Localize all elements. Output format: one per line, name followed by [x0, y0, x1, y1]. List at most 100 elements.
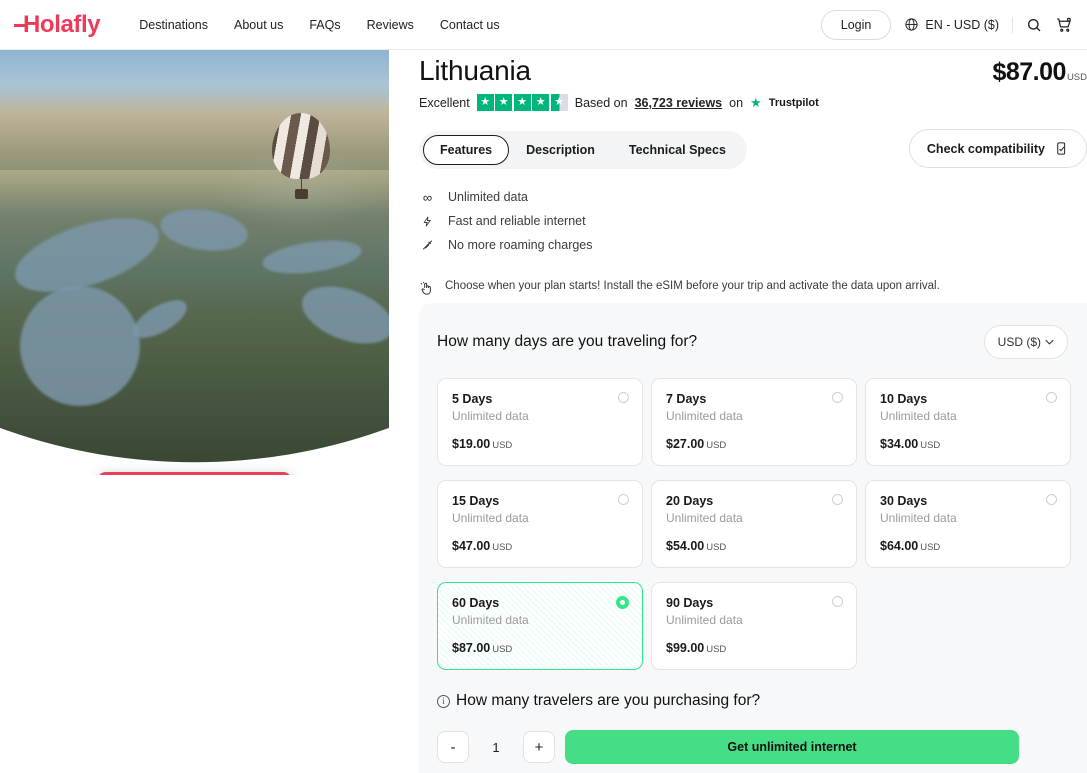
- get-unlimited-internet-button[interactable]: Get unlimited internet: [565, 730, 1019, 764]
- plan-radio[interactable]: [832, 494, 843, 505]
- plan-price-amount: $54.00: [666, 539, 705, 553]
- plan-option-30-days[interactable]: 30 Days Unlimited data $64.00 USD: [865, 480, 1071, 568]
- currency-selector[interactable]: USD ($): [983, 325, 1068, 359]
- tab-features[interactable]: Features: [423, 135, 510, 165]
- plan-subtitle: Unlimited data: [880, 511, 957, 525]
- trustpilot-rating: Excellent ★ ★ ★ ★ ★ Based on 36,723 revi…: [419, 94, 1087, 111]
- plan-price-currency: USD: [492, 440, 513, 451]
- nav-item-reviews[interactable]: Reviews: [367, 18, 414, 32]
- plan-price: $64.00 USD: [880, 539, 1056, 553]
- plan-days: 20 Days: [666, 494, 714, 508]
- site-header: Holafly Destinations About us FAQs Revie…: [0, 0, 1087, 50]
- on-label: on: [729, 95, 744, 110]
- esim-card: Scan the QR code and connect instantly: [97, 472, 292, 475]
- plan-start-note-text: Choose when your plan starts! Install th…: [445, 280, 940, 292]
- quantity-decrement-button[interactable]: -: [437, 731, 469, 763]
- plan-option-10-days[interactable]: 10 Days Unlimited data $34.00 USD: [865, 378, 1071, 466]
- plan-price-amount: $47.00: [452, 539, 491, 553]
- plan-price-amount: $34.00: [880, 437, 919, 451]
- check-compatibility-button[interactable]: Check compatibility: [908, 129, 1087, 168]
- hot-air-balloon: [272, 113, 330, 199]
- logo-text: Holafly: [23, 10, 101, 38]
- info-icon[interactable]: i: [437, 694, 450, 708]
- plan-option-60-days[interactable]: 60 Days Unlimited data $87.00 USD: [437, 582, 643, 670]
- feature-label: Unlimited data: [448, 190, 528, 204]
- price-amount: $87.00: [992, 58, 1066, 86]
- plan-price-amount: $99.00: [666, 641, 705, 655]
- plan-price: $99.00 USD: [666, 641, 842, 655]
- plan-option-7-days[interactable]: 7 Days Unlimited data $27.00 USD: [651, 378, 857, 466]
- feature-list: ∞ Unlimited data Fast and reliable inter…: [419, 185, 1087, 257]
- feature-item: Fast and reliable internet: [419, 209, 1087, 233]
- rating-word: Excellent: [419, 95, 470, 110]
- plan-subtitle: Unlimited data: [452, 613, 529, 627]
- product-main: Lithuania Excellent ★ ★ ★ ★ ★ Based on 3…: [419, 50, 1087, 297]
- page-title: Lithuania: [419, 55, 531, 86]
- quantity-increment-button[interactable]: +: [523, 731, 555, 763]
- plan-price-amount: $64.00: [880, 539, 919, 553]
- days-question: How many days are you traveling for?: [437, 333, 698, 350]
- plan-subtitle: Unlimited data: [452, 511, 529, 525]
- plan-price-amount: $19.00: [452, 437, 491, 451]
- product-tabs: Features Description Technical Specs: [419, 131, 747, 169]
- check-compatibility-label: Check compatibility: [926, 141, 1045, 156]
- feature-item: No more roaming charges: [419, 233, 1087, 257]
- reviews-link[interactable]: 36,723 reviews: [635, 96, 723, 110]
- plan-option-15-days[interactable]: 15 Days Unlimited data $47.00 USD: [437, 480, 643, 568]
- nav-item-faqs[interactable]: FAQs: [309, 18, 340, 32]
- plan-option-5-days[interactable]: 5 Days Unlimited data $19.00 USD: [437, 378, 643, 466]
- no-roaming-icon: [419, 238, 436, 252]
- locale-selector[interactable]: EN - USD ($): [904, 17, 999, 32]
- plan-subtitle: Unlimited data: [452, 409, 529, 423]
- travelers-question: How many travelers are you purchasing fo…: [456, 692, 761, 709]
- header-divider: [1012, 16, 1013, 33]
- plan-price: $87.00 USD: [452, 641, 628, 655]
- plan-price: $34.00 USD: [880, 437, 1056, 451]
- plan-option-90-days[interactable]: 90 Days Unlimited data $99.00 USD: [651, 582, 857, 670]
- plan-price-amount: $27.00: [666, 437, 705, 451]
- lake-shape: [260, 235, 364, 279]
- plan-days: 60 Days: [452, 596, 500, 610]
- destination-hero-image: Scan the QR code and connect instantly: [0, 50, 389, 475]
- nav-item-about-us[interactable]: About us: [234, 18, 283, 32]
- star-icon: ★: [476, 94, 494, 111]
- plan-radio[interactable]: [618, 494, 629, 505]
- plan-grid-empty-cell: [865, 582, 1071, 670]
- nav-item-destinations[interactable]: Destinations: [139, 18, 208, 32]
- plan-option-20-days[interactable]: 20 Days Unlimited data $54.00 USD: [651, 480, 857, 568]
- globe-icon: [905, 18, 918, 31]
- plan-price-currency: USD: [492, 644, 513, 655]
- based-on-label: Based on: [574, 95, 628, 110]
- tab-description[interactable]: Description: [509, 135, 612, 165]
- tab-technical-specs[interactable]: Technical Specs: [612, 135, 743, 165]
- plan-days: 10 Days: [880, 392, 928, 406]
- currency-selector-label: USD ($): [997, 335, 1041, 349]
- plan-price-currency: USD: [706, 440, 727, 451]
- plan-radio[interactable]: [832, 596, 843, 607]
- locale-label: EN - USD ($): [925, 17, 999, 32]
- balloon-basket: [294, 189, 308, 199]
- plan-price-currency: USD: [920, 542, 941, 553]
- nav-item-contact-us[interactable]: Contact us: [440, 18, 500, 32]
- plan-selector-panel: How many days are you traveling for? USD…: [419, 303, 1087, 773]
- plan-radio[interactable]: [1046, 494, 1057, 505]
- plan-radio[interactable]: [618, 392, 629, 403]
- feature-item: ∞ Unlimited data: [419, 185, 1087, 209]
- plan-radio-selected[interactable]: [616, 596, 629, 609]
- plan-radio[interactable]: [1046, 392, 1057, 403]
- esim-card-header: [97, 472, 292, 475]
- star-icon: ★: [513, 94, 531, 111]
- lake-shape: [127, 292, 193, 346]
- search-icon: [1028, 18, 1041, 31]
- plan-radio[interactable]: [832, 392, 843, 403]
- cart-icon: [1057, 17, 1071, 32]
- cart-button[interactable]: [1055, 16, 1073, 34]
- plan-subtitle: Unlimited data: [666, 613, 743, 627]
- plan-days: 15 Days: [452, 494, 500, 508]
- search-button[interactable]: [1026, 17, 1042, 33]
- product-price: $87.00USD: [992, 58, 1087, 87]
- holafly-logo[interactable]: Holafly: [14, 10, 101, 39]
- login-button[interactable]: Login: [820, 9, 892, 40]
- lake-shape: [8, 274, 152, 418]
- feature-label: No more roaming charges: [448, 238, 593, 252]
